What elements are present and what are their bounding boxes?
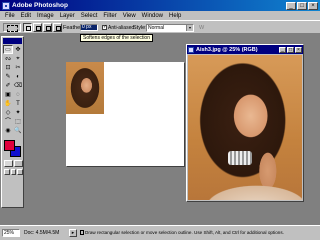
document-icon (188, 46, 194, 53)
document-maximize-button[interactable]: □ (287, 46, 294, 53)
screen-mode-standard-button[interactable] (4, 169, 10, 175)
marquee-hint-icon (80, 230, 84, 235)
close-button[interactable]: × (308, 1, 318, 10)
lasso-tool-icon[interactable]: ᔓ (3, 54, 13, 63)
menu-image[interactable]: Image (34, 13, 57, 19)
history-brush-tool-icon[interactable]: ✐ (3, 81, 13, 90)
feather-tooltip: Softens edges of the selection (80, 34, 153, 42)
maximize-button[interactable]: □ (297, 1, 307, 10)
zoom-level-field[interactable]: 25% (2, 229, 20, 237)
color-swatches (2, 138, 23, 158)
menu-bar: File Edit Image Layer Select Filter View… (0, 11, 320, 20)
selection-mode-group (23, 23, 62, 32)
chevron-down-icon: ▾ (186, 25, 193, 31)
menu-window[interactable]: Window (139, 13, 166, 19)
menu-help[interactable]: Help (166, 13, 184, 19)
subtract-selection-button[interactable] (43, 23, 52, 32)
mask-mode-group (4, 160, 23, 167)
status-menu-arrow-icon[interactable]: ▸ (69, 229, 77, 237)
background-document-canvas[interactable] (66, 62, 184, 166)
stamp-tool-icon[interactable]: ◐ (13, 72, 23, 81)
document-title-bar[interactable]: Aish3.jpg @ 25% (RGB) _ □ × (187, 45, 303, 54)
menu-filter[interactable]: Filter (100, 13, 119, 19)
shape-tool-icon[interactable]: ⌒ (3, 117, 13, 126)
notes-tool-icon[interactable]: ⬚ (13, 117, 23, 126)
add-selection-button[interactable] (33, 23, 42, 32)
menu-layer[interactable]: Layer (57, 13, 78, 19)
photoshop-app-icon[interactable] (2, 1, 10, 10)
antialias-label: Anti-aliased (108, 25, 135, 31)
eraser-tool-icon[interactable]: ⌫ (13, 81, 23, 90)
style-select[interactable]: Normal ▾ (146, 24, 194, 32)
standard-mode-button[interactable] (4, 160, 13, 167)
document-window[interactable]: Aish3.jpg @ 25% (RGB) _ □ × (186, 44, 304, 202)
tool-hint-text: Draw rectangular selection or move selec… (85, 230, 284, 235)
menu-view[interactable]: View (120, 13, 139, 19)
hand-tool-icon[interactable]: ✋ (3, 99, 13, 108)
document-title: Aish3.jpg @ 25% (RGB) (196, 46, 258, 53)
move-tool-icon[interactable]: ✥ (13, 45, 23, 54)
menu-edit[interactable]: Edit (18, 13, 34, 19)
zoom-tool-icon[interactable]: 🔍 (13, 126, 23, 135)
screen-mode-full-button[interactable] (17, 169, 24, 175)
small-portrait-image (66, 62, 104, 114)
style-select-value: Normal (148, 25, 165, 31)
feather-input[interactable]: 0 px (80, 24, 98, 31)
status-bar: 25% Doc: 4.5M/4.5M ▸ Draw rectangular se… (0, 225, 320, 240)
tool-preset-picker[interactable] (3, 23, 21, 32)
brush-tool-icon[interactable]: ✎ (3, 72, 13, 81)
intersect-selection-button[interactable] (53, 23, 62, 32)
document-controls: _ □ × (279, 46, 302, 53)
pen-tool-icon[interactable]: ✦ (13, 108, 23, 117)
path-selection-tool-icon[interactable]: ◇ (3, 108, 13, 117)
toolbox: ▭ ✥ ᔓ ⌖ ⊡ ✂ ✎ ◐ ✐ ⌫ ▣ ◌ ✋ T ◇ ✦ ⌒ ⬚ ◉ 🔍 (1, 36, 24, 208)
antialias-checkbox[interactable]: ✓ (102, 25, 107, 30)
document-minimize-button[interactable]: _ (279, 46, 286, 53)
crop-tool-icon[interactable]: ⊡ (3, 63, 13, 72)
document-close-button[interactable]: × (295, 46, 302, 53)
toolbox-header[interactable] (3, 38, 22, 44)
gradient-tool-icon[interactable]: ▣ (3, 90, 13, 99)
tool-grid: ▭ ✥ ᔓ ⌖ ⊡ ✂ ✎ ◐ ✐ ⌫ ▣ ◌ ✋ T ◇ ✦ ⌒ ⬚ ◉ 🔍 (3, 45, 23, 135)
marquee-tool-icon[interactable]: ▭ (3, 45, 13, 54)
portrait-image[interactable] (188, 55, 302, 200)
quick-mask-button[interactable] (14, 160, 23, 167)
title-bar: Adobe Photoshop _ □ × (0, 0, 320, 11)
document-size-info: Doc: 4.5M/4.5M (24, 230, 60, 236)
width-label: W (199, 25, 205, 31)
minimize-button[interactable]: _ (286, 1, 296, 10)
magic-wand-tool-icon[interactable]: ⌖ (13, 54, 23, 63)
screen-mode-full-menu-button[interactable] (10, 169, 17, 175)
bracelet-detail (228, 151, 252, 165)
menu-file[interactable]: File (2, 13, 18, 19)
new-selection-button[interactable] (23, 23, 32, 32)
window-title: Adobe Photoshop (12, 2, 68, 9)
screen-mode-group (4, 169, 24, 175)
blur-tool-icon[interactable]: ◌ (13, 90, 23, 99)
type-tool-icon[interactable]: T (13, 99, 23, 108)
options-bar: Feather: 0 px ✓ Anti-aliased Style: Norm… (0, 20, 320, 34)
style-label: Style: (133, 25, 147, 31)
menu-select[interactable]: Select (78, 13, 101, 19)
window-controls: _ □ × (286, 1, 318, 10)
dress-detail (188, 167, 302, 200)
eyedropper-tool-icon[interactable]: ◉ (3, 126, 13, 135)
foreground-color-swatch[interactable] (4, 140, 15, 151)
slice-tool-icon[interactable]: ✂ (13, 63, 23, 72)
